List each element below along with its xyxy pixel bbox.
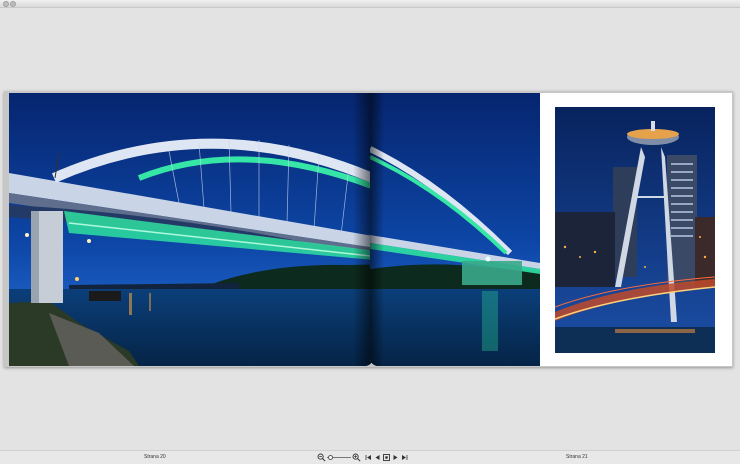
book-page-21[interactable] [370,93,732,366]
bridge-photo [9,93,373,366]
zoom-and-navigation-controls [317,453,409,462]
bridge-photo-continued [370,93,540,366]
zoom-slider-knob[interactable] [327,454,333,460]
first-page-icon[interactable] [364,453,373,462]
fullscreen-icon[interactable] [382,453,391,462]
zoom-in-icon[interactable] [352,453,361,462]
zoom-out-icon[interactable] [317,453,326,462]
close-window-button[interactable] [3,1,9,7]
next-page-icon[interactable] [391,453,400,462]
bottom-toolbar: Strana 20 Strana 21 [0,450,740,464]
book-page-20[interactable] [9,93,373,366]
photo-book-spread [4,91,733,367]
window-titlebar [0,0,740,8]
last-page-icon[interactable] [400,453,409,462]
minimize-window-button[interactable] [10,1,16,7]
ufo-tower-photo [555,107,715,353]
previous-page-icon[interactable] [373,453,382,462]
zoom-slider[interactable] [327,453,351,462]
right-page-label: Strana 21 [566,454,588,460]
left-page-label: Strana 20 [144,454,166,460]
